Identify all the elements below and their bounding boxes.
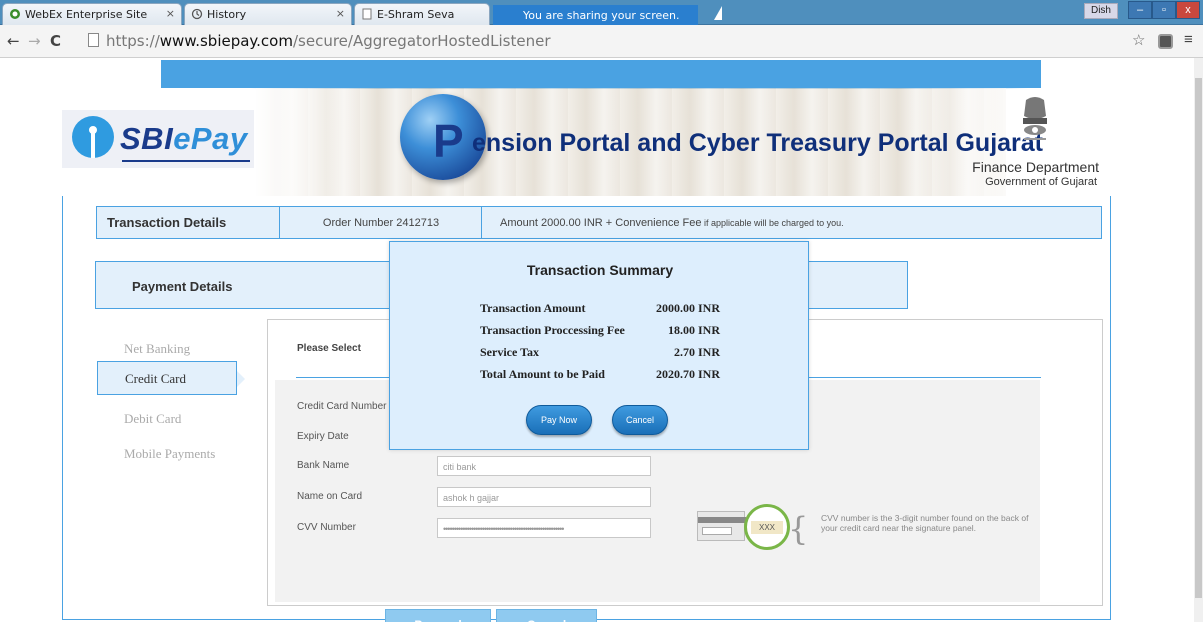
browser-tab-strip: WebEx Enterprise Site × History × E-Shra… [0,0,1203,25]
card-number-label: Credit Card Number [297,401,387,412]
portal-banner: SBIePay P ension Portal and Cyber Treasu… [62,88,1111,196]
pay-now-button[interactable]: Pay Now [526,405,592,435]
sbi-logo-icon [72,116,114,158]
transaction-summary-modal: Transaction Summary Transaction Amount 2… [389,241,809,450]
cancel-button[interactable]: Cancel [496,609,597,622]
user-badge[interactable]: Dish [1084,3,1118,19]
window-close-icon[interactable]: x [1176,1,1200,19]
summary-row: Transaction Amount 2000.00 INR [480,301,720,315]
page-icon [361,8,373,20]
sbiepay-logo: SBIePay [120,121,248,156]
amount-info: Amount 2000.00 INR + Convenience Fee if … [500,217,844,229]
webex-icon [9,8,21,20]
proceed-button[interactable]: Proceed [385,609,491,622]
forward-arrow-icon[interactable]: → [28,32,41,50]
minimize-icon[interactable]: – [1128,1,1152,19]
tab-history[interactable]: History × [184,3,352,25]
tab-label: History [207,8,247,21]
name-on-card-label: Name on Card [297,491,363,502]
modal-cancel-button[interactable]: Cancel [612,405,668,435]
method-debit-card[interactable]: Debit Card [97,402,237,436]
reload-icon[interactable]: C [50,32,61,50]
method-mobile-payments[interactable]: Mobile Payments [97,437,237,471]
tab-label: WebEx Enterprise Site [25,8,148,21]
url-text: https://www.sbiepay.com/secure/Aggregato… [106,32,551,50]
summary-row: Service Tax 2.70 INR [480,345,720,359]
modal-title: Transaction Summary [526,262,674,278]
expiry-date-label: Expiry Date [297,431,349,442]
portal-initial: P [433,115,464,167]
history-icon [191,8,203,20]
screen-share-banner: You are sharing your screen. [493,5,698,25]
back-arrow-icon[interactable]: ← [7,32,20,50]
cvv-help-text: CVV number is the 3-digit number found o… [821,513,1029,533]
extension-icon[interactable] [1158,34,1173,49]
name-on-card-field[interactable]: ashok h gajjar [437,487,651,507]
address-bar[interactable]: https://www.sbiepay.com/secure/Aggregato… [88,29,1128,53]
page-scrollbar[interactable] [1194,58,1203,622]
maximize-icon[interactable]: ▫ [1152,1,1176,19]
top-band [161,60,1041,90]
government-name: Government of Gujarat [985,176,1097,188]
method-credit-card[interactable]: Credit Card [97,361,245,395]
page-icon [88,33,99,47]
please-select-label: Please Select [297,343,361,354]
share-indicator-icon [714,6,722,20]
summary-row: Transaction Proccessing Fee 18.00 INR [480,323,720,337]
state-emblem-icon [1018,96,1052,154]
bank-name-field[interactable]: citi bank [437,456,651,476]
cvv-field[interactable]: ••••••••••••••••••••••••••••••••••••••••… [437,518,651,538]
scrollbar-thumb[interactable] [1195,78,1202,598]
portal-title: ension Portal and Cyber Treasury Portal … [472,129,1044,157]
tab-eshram[interactable]: E-Shram Seva [354,3,490,25]
order-number: Order Number 2412713 [281,207,482,238]
menu-icon[interactable]: ≡ [1184,31,1193,48]
tab-label: E-Shram Seva [377,8,455,21]
card-back-icon [697,511,746,541]
transaction-details-bar: Transaction Details Order Number 2412713… [96,206,1102,239]
close-icon[interactable]: × [166,7,175,20]
bank-name-label: Bank Name [297,460,350,471]
browser-toolbar: ← → C https://www.sbiepay.com/secure/Agg… [0,25,1203,58]
close-icon[interactable]: × [336,7,345,20]
cvv-magnifier-icon: XXX [744,504,790,550]
window-controls: – ▫ x [1128,1,1200,19]
summary-row: Total Amount to be Paid 2020.70 INR [480,367,720,381]
department-name: Finance Department [972,159,1099,175]
transaction-details-label: Transaction Details [97,207,280,238]
tab-webex[interactable]: WebEx Enterprise Site × [2,3,182,25]
bookmark-star-icon[interactable]: ☆ [1132,31,1145,49]
cvv-label: CVV Number [297,522,356,533]
payment-details-label: Payment Details [132,279,233,294]
